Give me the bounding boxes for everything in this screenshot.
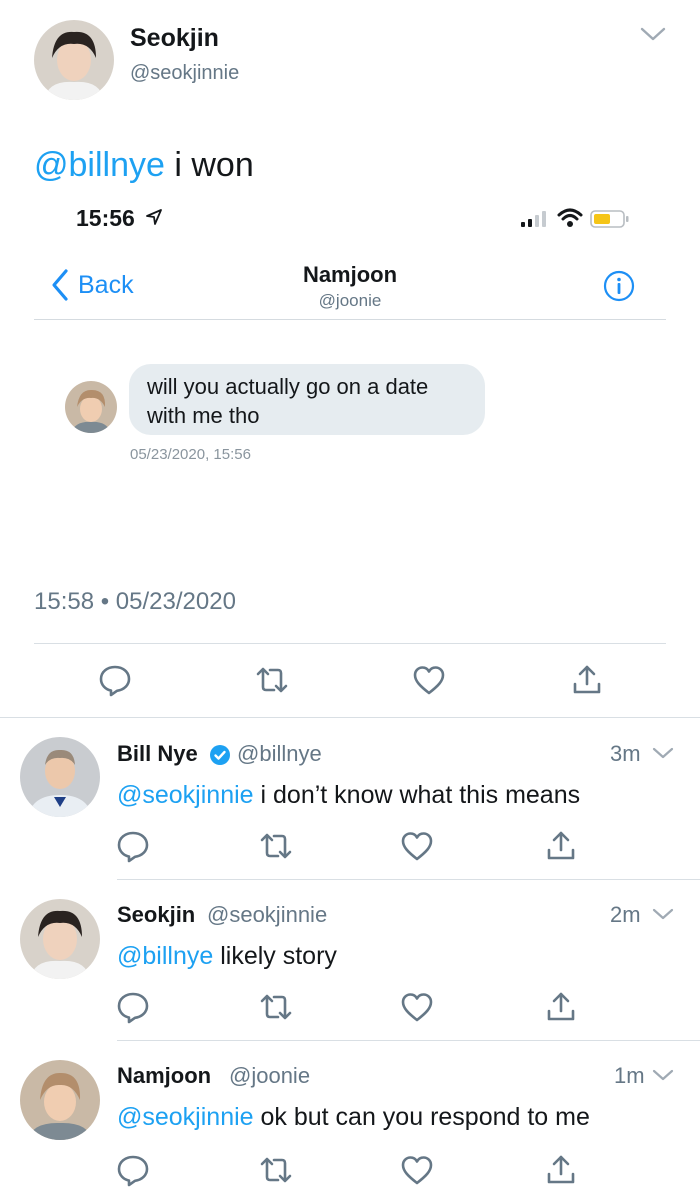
- reply-body: likely story: [213, 942, 337, 970]
- chevron-down-icon[interactable]: [652, 907, 674, 921]
- reply-icon[interactable]: [115, 989, 151, 1025]
- retweet-icon[interactable]: [258, 828, 294, 864]
- like-icon[interactable]: [411, 662, 447, 698]
- timestamp-divider: [34, 643, 666, 644]
- verified-badge-icon: [209, 744, 231, 766]
- reply-author-name[interactable]: Namjoon: [117, 1063, 211, 1089]
- like-icon[interactable]: [399, 828, 435, 864]
- like-icon[interactable]: [399, 989, 435, 1025]
- status-time: 15:56: [76, 205, 135, 231]
- share-icon[interactable]: [543, 828, 579, 864]
- author-avatar[interactable]: [34, 20, 114, 100]
- reply-time[interactable]: 2m: [610, 902, 641, 928]
- reply-text: @seokjinnie ok but can you respond to me: [117, 1103, 590, 1132]
- reply-text: @seokjinnie i don’t know what this means: [117, 781, 580, 810]
- location-arrow-icon: [145, 208, 163, 226]
- author-handle[interactable]: @seokjinnie: [130, 62, 239, 85]
- reply-time[interactable]: 1m: [614, 1063, 645, 1089]
- reply-author-name[interactable]: Seokjin: [117, 902, 195, 928]
- info-icon[interactable]: [603, 270, 635, 302]
- reply-icon[interactable]: [115, 828, 151, 864]
- chevron-down-icon[interactable]: [640, 26, 666, 42]
- avatar[interactable]: [20, 737, 100, 817]
- share-icon[interactable]: [569, 662, 605, 698]
- retweet-icon[interactable]: [254, 662, 290, 698]
- message-date: 05/23/2020, 15:56: [130, 446, 251, 463]
- battery-icon: [590, 209, 630, 229]
- like-icon[interactable]: [399, 1152, 435, 1188]
- wifi-icon: [557, 207, 583, 229]
- avatar[interactable]: [20, 899, 100, 979]
- retweet-icon[interactable]: [258, 989, 294, 1025]
- chevron-down-icon[interactable]: [652, 1068, 674, 1082]
- tweet-timestamp[interactable]: 15:58 • 05/23/2020: [34, 588, 236, 616]
- reply-body: i don’t know what this means: [253, 781, 581, 809]
- reply-icon[interactable]: [97, 662, 133, 698]
- reply-text: @billnye likely story: [117, 942, 337, 971]
- reply-mention[interactable]: @seokjinnie: [117, 1103, 254, 1131]
- tweet-mention[interactable]: @billnye: [34, 146, 165, 184]
- retweet-icon[interactable]: [258, 1152, 294, 1188]
- chevron-down-icon[interactable]: [652, 746, 674, 760]
- author-name[interactable]: Seokjin: [130, 24, 219, 53]
- reply-mention[interactable]: @billnye: [117, 942, 213, 970]
- share-icon[interactable]: [543, 989, 579, 1025]
- reply-author-name[interactable]: Bill Nye: [117, 741, 198, 767]
- tweet-body: i won: [164, 146, 254, 184]
- reply-time[interactable]: 3m: [610, 741, 641, 767]
- reply-mention[interactable]: @seokjinnie: [117, 781, 254, 809]
- signal-icon: [520, 210, 550, 228]
- reply-author-handle[interactable]: @joonie: [229, 1063, 310, 1089]
- tweet-text: @billnye i won: [34, 146, 254, 185]
- message-bubble: will you actually go on a date with me t…: [129, 364, 485, 435]
- contact-avatar: [65, 381, 117, 433]
- reply-author-handle[interactable]: @billnye: [237, 741, 322, 767]
- conversation-divider: [34, 319, 666, 320]
- avatar[interactable]: [20, 1060, 100, 1140]
- reply-tweet[interactable]: [0, 880, 700, 1040]
- reply-author-handle[interactable]: @seokjinnie: [207, 902, 327, 928]
- share-icon[interactable]: [543, 1152, 579, 1188]
- conversation-name: Namjoon: [302, 262, 398, 287]
- reply-body: ok but can you respond to me: [253, 1103, 590, 1131]
- conversation-handle: @joonie: [318, 291, 382, 310]
- reply-icon[interactable]: [115, 1152, 151, 1188]
